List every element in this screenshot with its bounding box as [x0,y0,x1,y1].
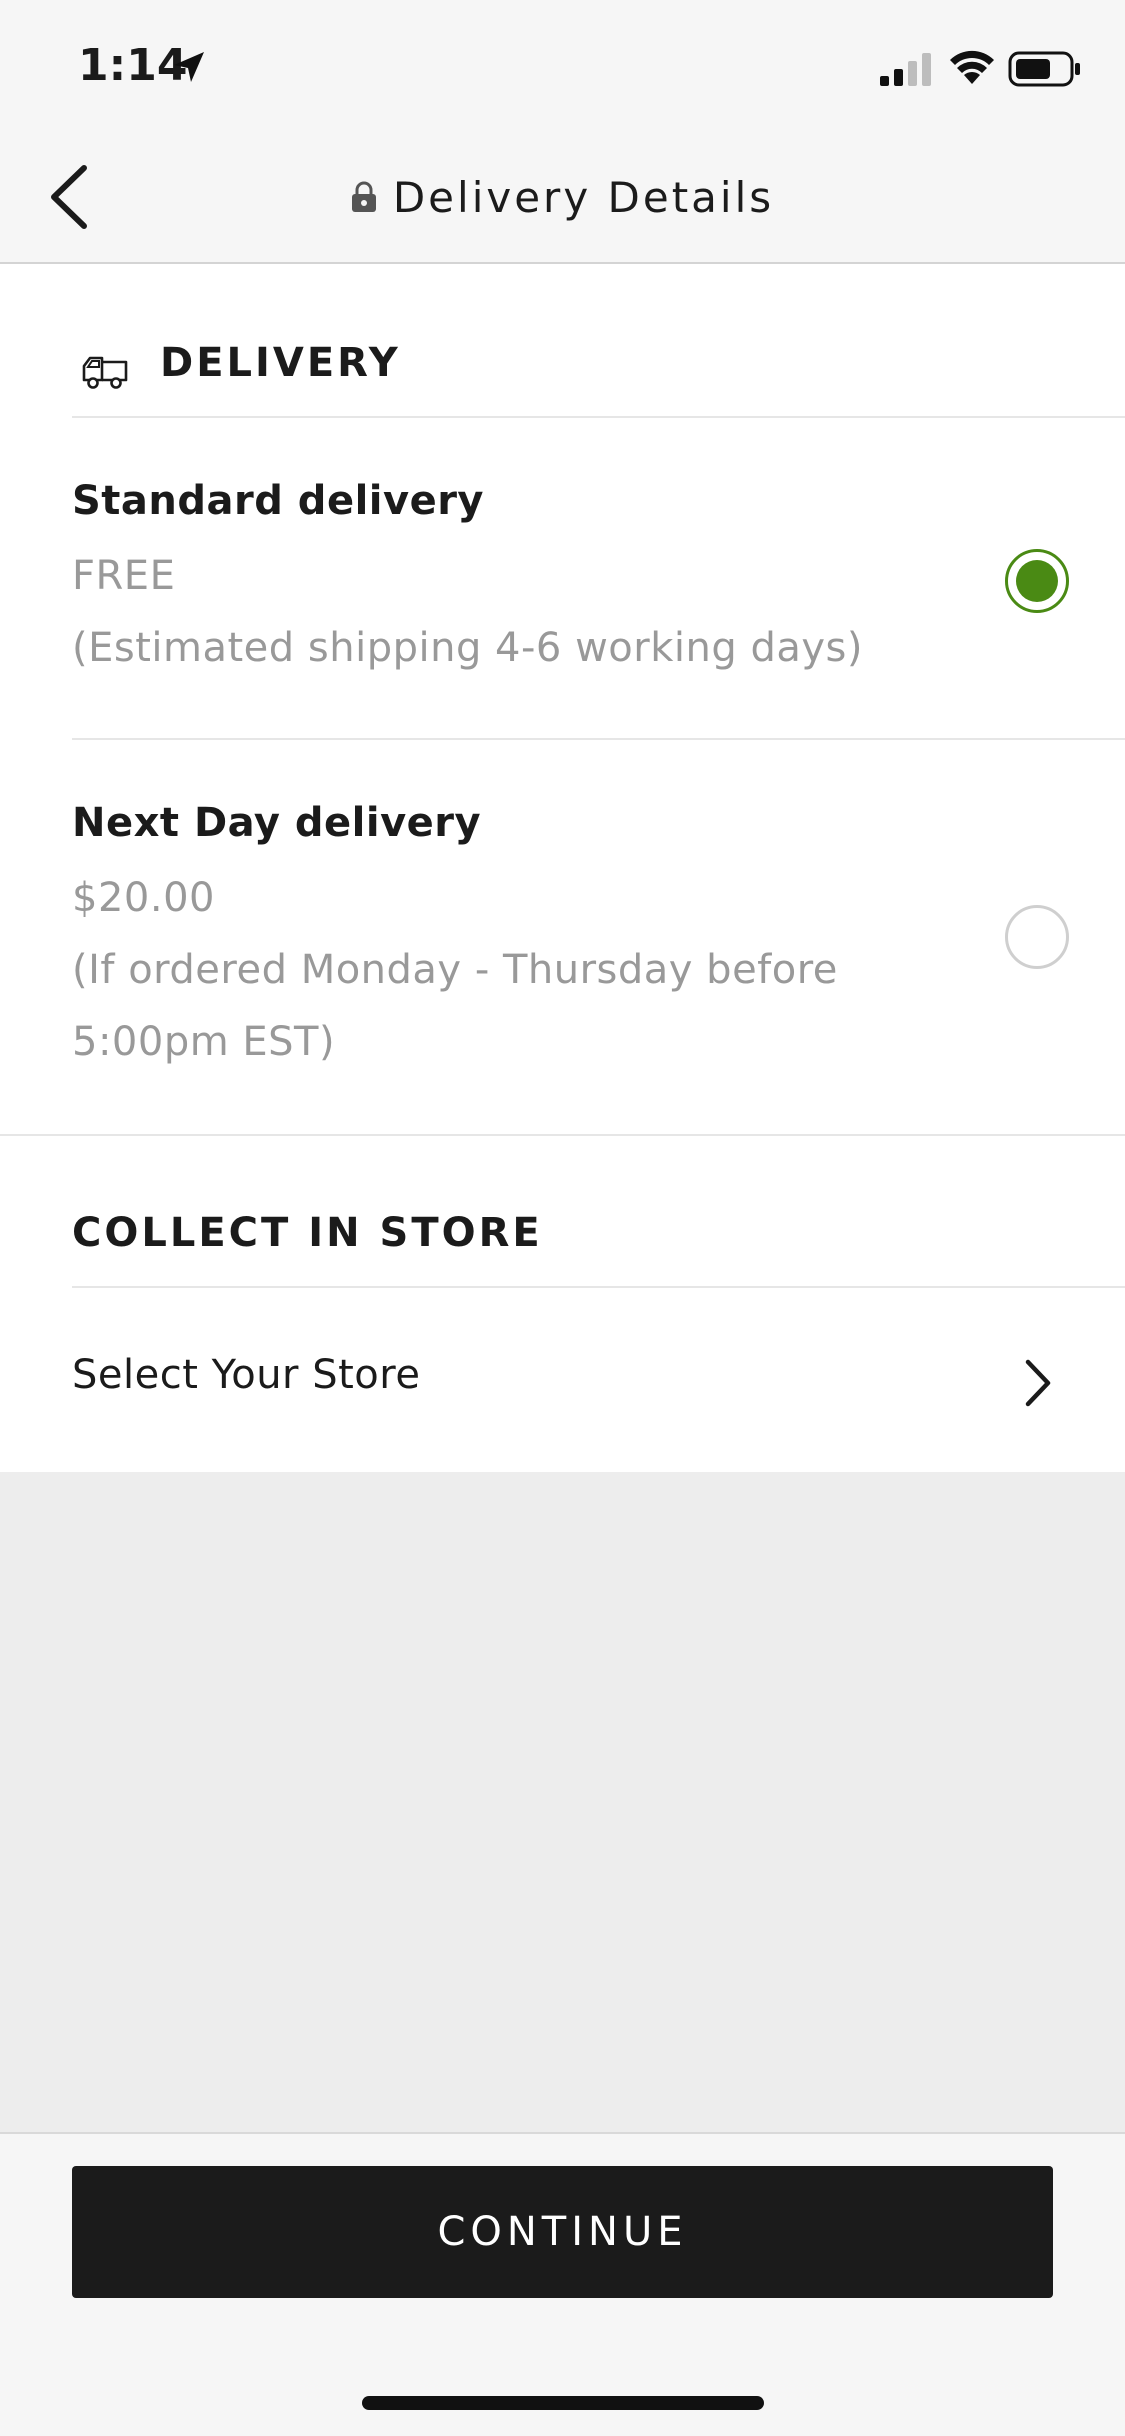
standard-delivery-radio[interactable] [1005,549,1069,613]
collect-in-store-title: COLLECT IN STORE [72,1210,543,1256]
delivery-section-title: DELIVERY [160,340,401,386]
home-indicator [362,2396,764,2410]
wifi-icon [950,50,994,84]
truck-icon [82,356,128,389]
standard-delivery-title: Standard delivery [72,478,484,524]
next-day-delivery-price: $20.00 [72,875,215,921]
continue-button[interactable]: CONTINUE [72,2166,1053,2298]
lock-icon [351,181,376,212]
divider [0,1134,1125,1136]
select-store-label: Select Your Store [72,1352,421,1398]
battery-icon [1008,51,1080,87]
next-day-delivery-radio[interactable] [1005,905,1069,969]
location-arrow-icon [174,52,204,82]
next-day-delivery-title: Next Day delivery [72,800,482,846]
cellular-signal-icon [880,53,931,86]
standard-delivery-note: (Estimated shipping 4-6 working days) [72,625,863,671]
radio-selected-dot [1016,560,1058,602]
chevron-right-icon [1025,1359,1051,1407]
nav-title-bar: Delivery Details [0,162,1125,232]
page-title: Delivery Details [392,172,775,222]
next-day-delivery-note-line-2: 5:00pm EST) [72,1019,336,1065]
next-day-delivery-note-line-1: (If ordered Monday - Thursday before [72,947,838,993]
standard-delivery-price: FREE [72,553,176,599]
